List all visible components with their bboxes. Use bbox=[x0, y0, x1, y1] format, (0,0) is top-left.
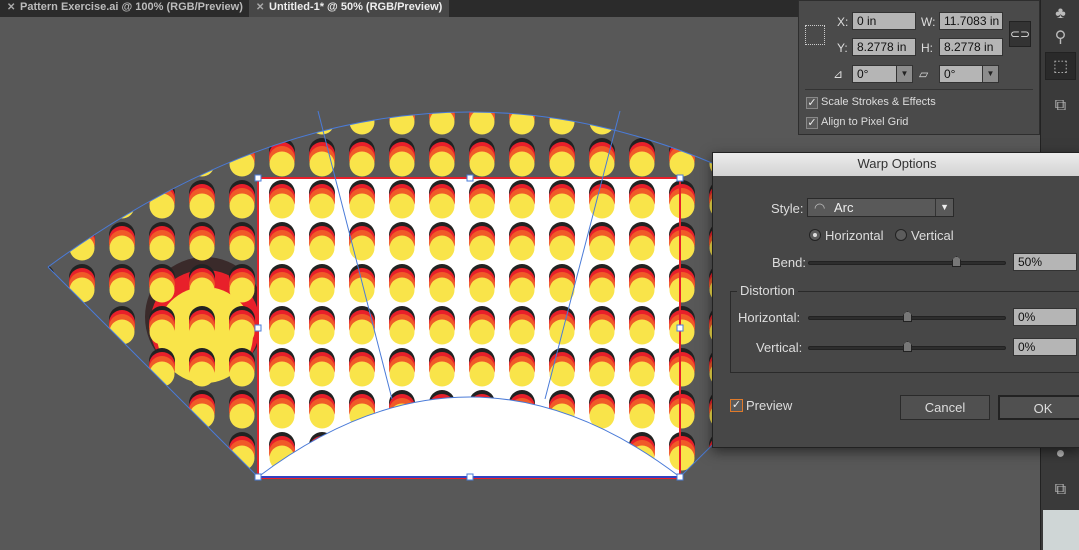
style-select[interactable]: ◠ Arc ▼ bbox=[807, 198, 954, 217]
shear-icon: ▱ bbox=[919, 67, 929, 81]
style-label: Style: bbox=[771, 201, 804, 216]
tab-pattern-exercise[interactable]: ✕ Pattern Exercise.ai @ 100% (RGB/Preview… bbox=[0, 0, 245, 17]
dist-vertical-field[interactable]: 0% bbox=[1013, 338, 1077, 356]
shear-field[interactable]: 0° bbox=[939, 65, 983, 83]
horizontal-radio-label: Horizontal bbox=[825, 228, 884, 243]
align-pixel-label: Align to Pixel Grid bbox=[821, 116, 909, 128]
w-label: W: bbox=[921, 15, 936, 29]
dist-horizontal-label: Horizontal: bbox=[738, 310, 801, 325]
tab-label: Untitled-1* @ 50% (RGB/Preview) bbox=[269, 1, 443, 13]
bend-field[interactable]: 50% bbox=[1013, 253, 1077, 271]
bend-slider[interactable] bbox=[808, 256, 1006, 267]
vertical-radio-label: Vertical bbox=[911, 228, 954, 243]
horizontal-radio[interactable] bbox=[809, 229, 821, 241]
original-artwork-preview bbox=[257, 177, 681, 479]
bend-slider-thumb[interactable] bbox=[952, 256, 961, 267]
bend-label: Bend: bbox=[772, 255, 806, 270]
brushes-icon[interactable]: ⚲ bbox=[1045, 24, 1076, 52]
dist-horizontal-field[interactable]: 0% bbox=[1013, 308, 1077, 326]
arrange-icon[interactable]: ⧉ bbox=[1045, 476, 1076, 504]
scale-strokes-checkbox[interactable]: ✓ bbox=[806, 97, 818, 109]
x-field[interactable]: 0 in bbox=[852, 12, 916, 30]
cancel-button[interactable]: Cancel bbox=[900, 395, 990, 420]
style-value: Arc bbox=[834, 200, 854, 215]
chevron-down-icon: ▼ bbox=[935, 199, 949, 216]
rotate-dropdown[interactable]: ▼ bbox=[896, 65, 913, 83]
panel-thumbnail bbox=[1043, 510, 1079, 550]
rotate-icon: ⊿ bbox=[833, 67, 844, 81]
ok-button[interactable]: OK bbox=[998, 395, 1079, 420]
tab-untitled-1[interactable]: ✕ Untitled-1* @ 50% (RGB/Preview) bbox=[249, 0, 449, 17]
preview-label: Preview bbox=[746, 398, 793, 413]
shear-dropdown[interactable]: ▼ bbox=[982, 65, 999, 83]
pathfinder-icon[interactable]: ⧉ bbox=[1045, 92, 1076, 120]
close-tab-icon[interactable]: ✕ bbox=[256, 0, 264, 15]
reference-point-icon[interactable] bbox=[805, 25, 825, 45]
distortion-label: Distortion bbox=[737, 283, 798, 298]
arc-style-icon: ◠ bbox=[814, 200, 826, 215]
transform-panel: X: 0 in W: 11.7083 in Y: 8.2778 in H: 8.… bbox=[798, 0, 1040, 135]
dist-vertical-label: Vertical: bbox=[756, 340, 803, 355]
transform-icon[interactable]: ⬚ bbox=[1045, 52, 1076, 80]
w-field[interactable]: 11.7083 in bbox=[939, 12, 1003, 30]
y-label: Y: bbox=[837, 41, 848, 55]
dist-horizontal-slider[interactable] bbox=[808, 311, 1006, 322]
y-field[interactable]: 8.2778 in bbox=[852, 38, 916, 56]
tab-label: Pattern Exercise.ai @ 100% (RGB/Preview) bbox=[20, 1, 243, 13]
h-label: H: bbox=[921, 41, 933, 55]
preview-checkbox[interactable]: ✓ bbox=[730, 399, 743, 412]
divider bbox=[805, 89, 1033, 90]
distortion-group bbox=[730, 291, 1079, 373]
align-pixel-checkbox[interactable]: ✓ bbox=[806, 117, 818, 129]
vertical-radio[interactable] bbox=[895, 229, 907, 241]
dist-vertical-slider[interactable] bbox=[808, 341, 1006, 352]
rotate-field[interactable]: 0° bbox=[852, 65, 897, 83]
h-field[interactable]: 8.2778 in bbox=[939, 38, 1003, 56]
x-label: X: bbox=[837, 15, 849, 29]
scale-strokes-label: Scale Strokes & Effects bbox=[821, 96, 936, 108]
constrain-link-icon[interactable]: ⊂⊃ bbox=[1009, 21, 1031, 47]
warp-options-dialog: Warp Options Style: ◠ Arc ▼ Horizontal V… bbox=[712, 152, 1079, 448]
close-tab-icon[interactable]: ✕ bbox=[7, 0, 15, 15]
dialog-title: Warp Options bbox=[713, 153, 1079, 176]
